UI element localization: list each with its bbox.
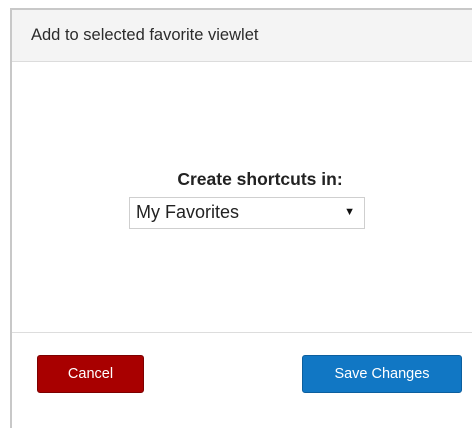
footer-divider (12, 332, 472, 333)
shortcut-location-label: Create shortcuts in: (177, 169, 343, 189)
select-value: My Favorites (136, 202, 240, 222)
cancel-button[interactable]: Cancel (37, 355, 144, 393)
dropdown-arrow-icon: ▼ (344, 206, 355, 218)
save-changes-button[interactable]: Save Changes (302, 355, 462, 393)
dialog-header: Add to selected favorite viewlet (12, 10, 472, 62)
dialog-body: Create shortcuts in: My Favorites ▼ (12, 62, 472, 332)
shortcut-location-select[interactable]: My Favorites ▼ (129, 197, 365, 229)
favorite-viewlet-dialog: Add to selected favorite viewlet Create … (10, 8, 472, 428)
dialog-title: Add to selected favorite viewlet (31, 26, 259, 44)
